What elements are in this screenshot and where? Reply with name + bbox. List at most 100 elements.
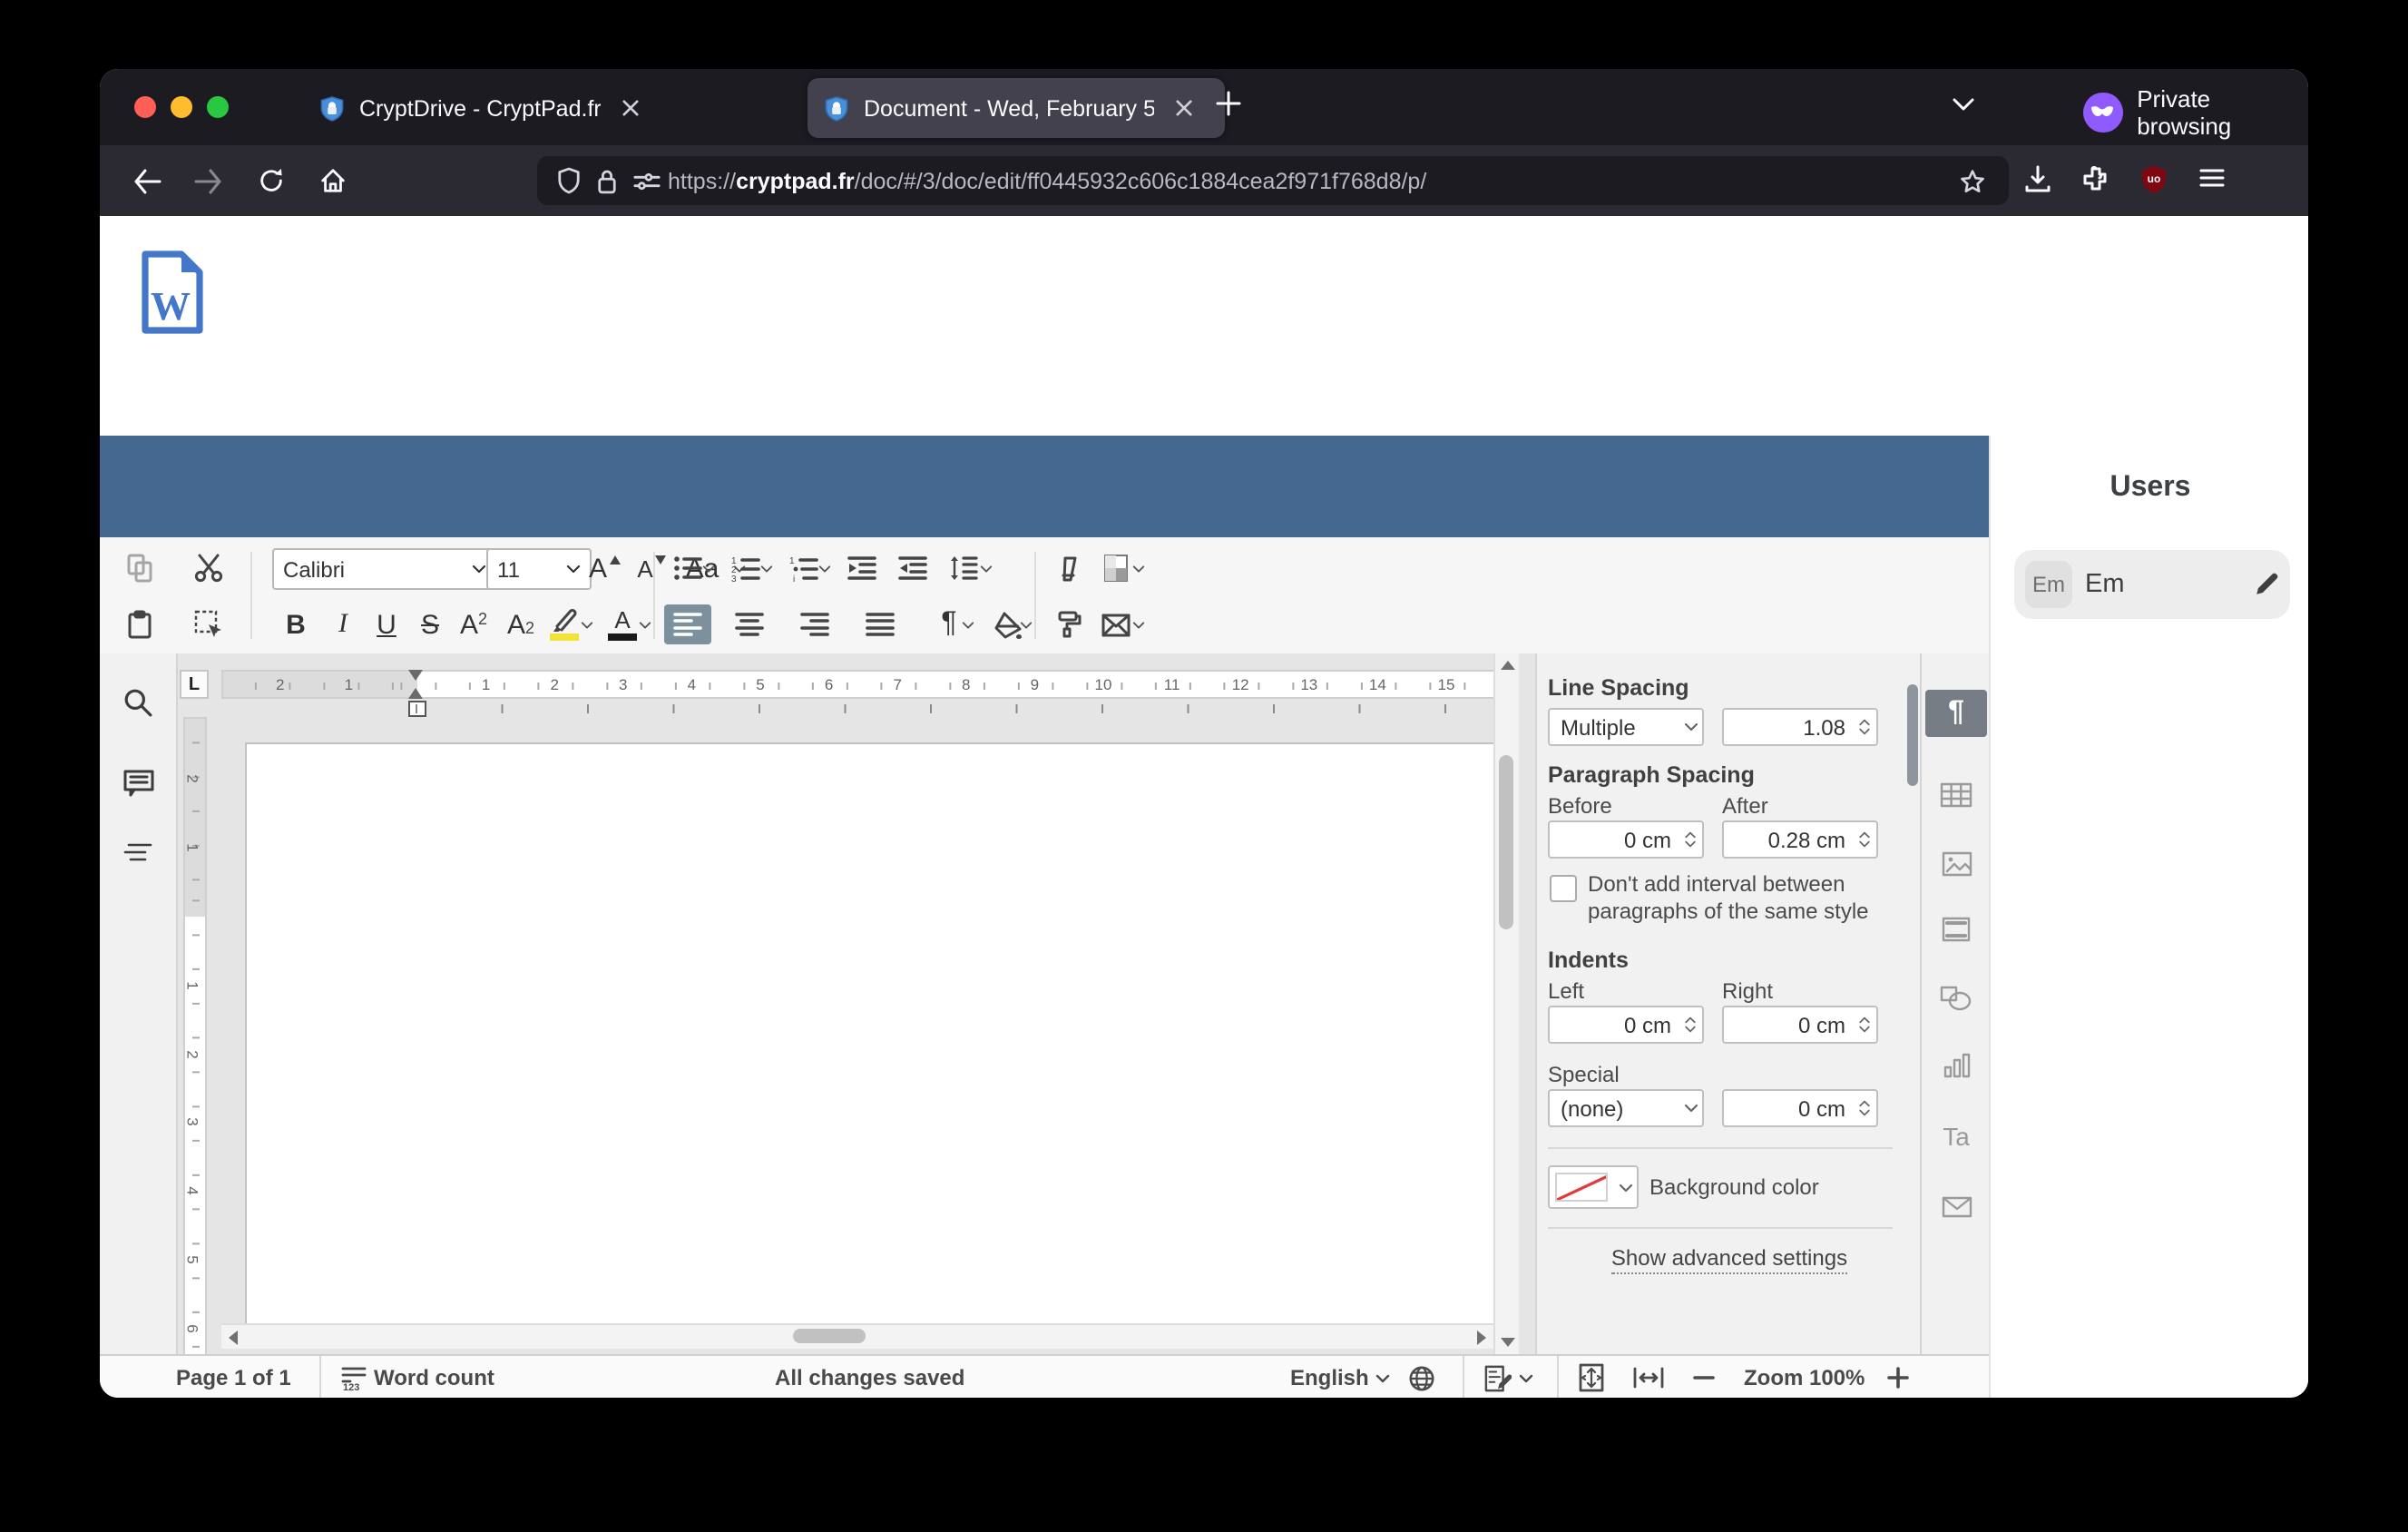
reload-icon[interactable] — [245, 157, 296, 204]
chevron-down-icon[interactable] — [577, 604, 595, 644]
paragraph-settings-icon[interactable]: ¶ — [1925, 690, 1987, 737]
align-center-icon[interactable] — [729, 604, 769, 644]
zoom-out-button[interactable] — [1693, 1356, 1715, 1398]
page-indicator[interactable]: Page 1 of 1 — [176, 1356, 291, 1398]
align-right-icon[interactable] — [795, 604, 835, 644]
downloads-icon[interactable] — [2023, 165, 2052, 194]
vertical-scroll-thumb[interactable] — [1499, 755, 1513, 929]
indent-left-input[interactable]: 0 cm — [1548, 1006, 1704, 1044]
chevron-down-icon[interactable] — [1129, 548, 1147, 588]
image-settings-icon[interactable] — [1925, 840, 1987, 888]
cut-icon[interactable] — [189, 548, 229, 588]
spacing-before-input[interactable]: 0 cm — [1548, 820, 1704, 859]
fit-page-button[interactable] — [1579, 1356, 1604, 1398]
vertical-scrollbar[interactable] — [1493, 653, 1519, 1354]
chevron-down-icon[interactable] — [815, 548, 833, 588]
scroll-down-icon[interactable] — [1495, 1331, 1519, 1354]
close-tab-icon[interactable] — [616, 93, 645, 123]
extensions-puzzle-icon[interactable] — [2081, 165, 2110, 194]
url-text[interactable]: https://cryptpad.fr/doc/#/3/doc/edit/ff0… — [668, 168, 1947, 193]
decrease-font-icon[interactable]: A — [631, 548, 671, 588]
v-ruler[interactable]: 21123456 — [183, 717, 207, 1398]
superscript-icon[interactable]: A2 — [454, 604, 494, 644]
horizontal-scrollbar[interactable] — [221, 1323, 1493, 1349]
header-footer-settings-icon[interactable] — [1925, 906, 1987, 953]
url-bar[interactable]: https://cryptpad.fr/doc/#/3/doc/edit/ff0… — [537, 156, 2009, 205]
back-icon[interactable] — [122, 157, 172, 204]
chevron-down-icon[interactable] — [976, 548, 994, 588]
increase-indent-icon[interactable] — [893, 548, 933, 588]
chevron-down-icon[interactable] — [1129, 604, 1147, 644]
home-icon[interactable] — [307, 157, 357, 204]
panel-scrollbar-thumb[interactable] — [1907, 684, 1918, 786]
table-settings-icon[interactable] — [1925, 771, 1987, 819]
paste-icon[interactable] — [120, 604, 160, 644]
zoom-level[interactable]: Zoom 100% — [1744, 1356, 1865, 1398]
edit-name-pencil-icon[interactable] — [2254, 572, 2279, 597]
stepper-icons[interactable] — [1679, 831, 1702, 848]
stepper-icons[interactable] — [1853, 1100, 1876, 1116]
bold-icon[interactable]: B — [276, 604, 316, 644]
ublock-origin-icon[interactable]: uo — [2139, 165, 2168, 194]
tab-document-active[interactable]: Document - Wed, February 5, 2 — [808, 78, 1225, 138]
close-window-button[interactable] — [134, 96, 156, 118]
document-page[interactable] — [245, 742, 1497, 1325]
chevron-down-icon[interactable] — [757, 548, 775, 588]
chevron-down-icon[interactable] — [635, 604, 653, 644]
new-tab-button[interactable] — [1214, 89, 1243, 118]
interval-checkbox[interactable] — [1550, 875, 1577, 902]
line-spacing-select[interactable]: Multiple — [1548, 708, 1704, 746]
line-spacing-value-input[interactable]: 1.08 — [1722, 708, 1878, 746]
lock-icon[interactable] — [588, 157, 624, 204]
scroll-left-icon[interactable] — [221, 1325, 245, 1349]
user-list-item[interactable]: Em Em — [2014, 550, 2290, 619]
special-select[interactable]: (none) — [1548, 1089, 1704, 1127]
background-color-picker[interactable] — [1548, 1165, 1639, 1209]
underline-icon[interactable]: U — [367, 604, 406, 644]
strikethrough-icon[interactable]: S — [410, 604, 450, 644]
close-tab-icon[interactable] — [1169, 93, 1198, 123]
scroll-right-icon[interactable] — [1470, 1325, 1493, 1349]
align-left-icon[interactable] — [664, 604, 711, 644]
globe-icon[interactable] — [1409, 1364, 1436, 1391]
subscript-icon[interactable]: A2 — [501, 604, 541, 644]
shape-settings-icon[interactable] — [1925, 975, 1987, 1022]
shield-icon[interactable] — [548, 157, 588, 204]
justify-icon[interactable] — [860, 604, 900, 644]
chevron-down-icon[interactable] — [1016, 604, 1034, 644]
chevron-down-icon[interactable] — [958, 604, 976, 644]
chevron-down-icon[interactable] — [699, 548, 717, 588]
stepper-icons[interactable] — [1679, 1016, 1702, 1033]
show-advanced-settings-link[interactable]: Show advanced settings — [1537, 1245, 1922, 1271]
font-name-select[interactable]: Calibri — [272, 548, 497, 590]
decrease-indent-icon[interactable] — [842, 548, 882, 588]
font-size-select[interactable]: 11 — [486, 548, 592, 590]
stepper-icons[interactable] — [1853, 831, 1876, 848]
mail-merge-settings-icon[interactable] — [1925, 1183, 1987, 1231]
first-line-indent-handle[interactable] — [408, 670, 423, 681]
stepper-icons[interactable] — [1853, 1016, 1876, 1033]
search-icon[interactable] — [122, 686, 154, 719]
zoom-window-button[interactable] — [207, 96, 229, 118]
permissions-sliders-icon[interactable] — [624, 157, 668, 204]
increase-font-icon[interactable]: A — [584, 548, 624, 588]
navigation-headings-icon[interactable] — [122, 835, 154, 868]
bookmark-star-icon[interactable] — [1947, 157, 1998, 204]
comments-icon[interactable] — [122, 766, 154, 799]
indent-right-input[interactable]: 0 cm — [1722, 1006, 1878, 1044]
menu-hamburger-icon[interactable] — [2198, 165, 2227, 191]
forward-icon[interactable] — [183, 157, 234, 204]
copy-style-roller-icon[interactable] — [1049, 604, 1089, 644]
select-all-icon[interactable] — [189, 604, 229, 644]
horizontal-scroll-thumb[interactable] — [793, 1329, 866, 1343]
copy-icon[interactable] — [120, 548, 160, 588]
clear-style-icon[interactable] — [1049, 548, 1089, 588]
italic-icon[interactable]: I — [323, 604, 363, 644]
indent-marker[interactable] — [408, 670, 425, 699]
list-tabs-chevron-icon[interactable] — [1951, 96, 1976, 113]
tab-stop-selector[interactable]: L — [180, 670, 209, 699]
word-count-button[interactable]: 123 Word count — [341, 1356, 494, 1398]
hanging-indent-handle[interactable] — [408, 688, 423, 699]
zoom-in-button[interactable] — [1887, 1356, 1909, 1398]
stepper-icons[interactable] — [1853, 719, 1876, 735]
